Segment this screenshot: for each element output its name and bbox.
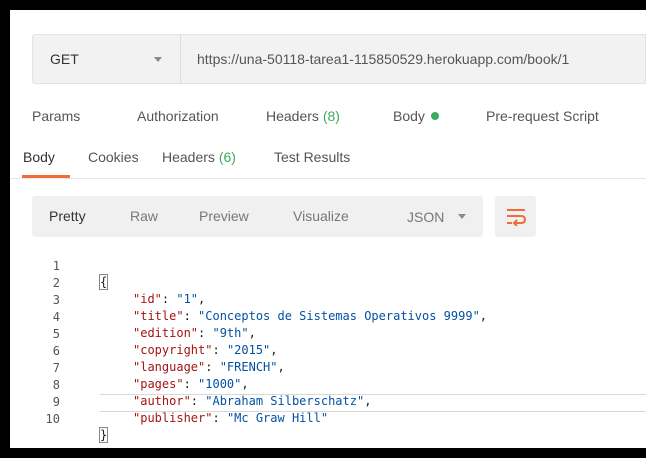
view-toolbar: Pretty Raw Preview Visualize <box>32 196 397 237</box>
wrap-lines-button[interactable] <box>495 196 536 237</box>
response-body-editor[interactable]: 1 { 2 "id": "1", 3 "title": "Conceptos d… <box>10 242 646 448</box>
method-select[interactable]: GET <box>33 35 181 83</box>
chevron-down-icon <box>154 56 162 62</box>
close-brace: } <box>98 427 109 443</box>
request-tabs: Params Authorization Headers (8) Body Pr… <box>10 108 646 130</box>
response-tab-cookies[interactable]: Cookies <box>88 149 139 165</box>
tab-params[interactable]: Params <box>32 108 80 124</box>
code-line: 2 "id": "1", <box>10 259 646 306</box>
view-raw-button[interactable]: Raw <box>130 208 158 224</box>
tab-headers-label: Headers <box>266 108 319 124</box>
code-line: 4 "edition": "9th", <box>10 293 646 340</box>
code-line: 6 "language": "FRENCH", <box>10 327 646 374</box>
tab-body[interactable]: Body <box>393 108 439 124</box>
language-label: JSON <box>407 208 445 225</box>
code-line: 5 "copyright": "2015", <box>10 310 646 357</box>
response-tab-headers-label: Headers <box>162 149 215 165</box>
text-caret <box>107 429 109 442</box>
response-tab-body[interactable]: Body <box>23 149 55 165</box>
wrap-lines-icon <box>506 208 526 226</box>
request-bar: GET https://una-50118-tarea1-115850529.h… <box>32 34 646 84</box>
tab-headers-count: (8) <box>322 108 340 124</box>
tab-prerequest-script[interactable]: Pre-request Script <box>486 108 599 124</box>
view-pretty-button[interactable]: Pretty <box>49 208 86 224</box>
response-tab-headers[interactable]: Headers (6) <box>162 149 236 165</box>
postman-window: GET https://una-50118-tarea1-115850529.h… <box>10 10 646 448</box>
language-select[interactable]: JSON <box>387 196 483 237</box>
tab-authorization[interactable]: Authorization <box>137 108 219 124</box>
tab-body-label: Body <box>393 108 425 124</box>
chevron-down-icon <box>458 214 467 219</box>
url-input[interactable]: https://una-50118-tarea1-115850529.herok… <box>181 35 645 83</box>
code-line: 3 "title": "Conceptos de Sistemas Operat… <box>10 276 646 323</box>
view-preview-button[interactable]: Preview <box>199 208 249 224</box>
code-line: 8 "author": "Abraham Silberschatz", <box>10 361 646 408</box>
json-value: "Mc Graw Hill" <box>226 411 329 425</box>
response-tabs: Body Cookies Headers (6) Test Results <box>10 149 646 179</box>
dot-icon <box>430 112 439 121</box>
active-tab-indicator <box>22 175 70 178</box>
response-tab-test-results[interactable]: Test Results <box>274 149 350 165</box>
code-line: 7 "pages": "1000", <box>10 344 646 391</box>
code-line: 9 "publisher": "Mc Graw Hill" <box>10 378 646 425</box>
view-visualize-button[interactable]: Visualize <box>293 208 349 224</box>
method-label: GET <box>50 51 79 67</box>
line-number: 10 <box>45 412 60 426</box>
code-line: 1 { <box>10 242 646 290</box>
json-key: "publisher" <box>133 411 213 425</box>
response-tab-headers-count: (6) <box>218 149 236 165</box>
tab-headers[interactable]: Headers (8) <box>266 108 340 124</box>
code-line: 10 } <box>10 395 646 443</box>
